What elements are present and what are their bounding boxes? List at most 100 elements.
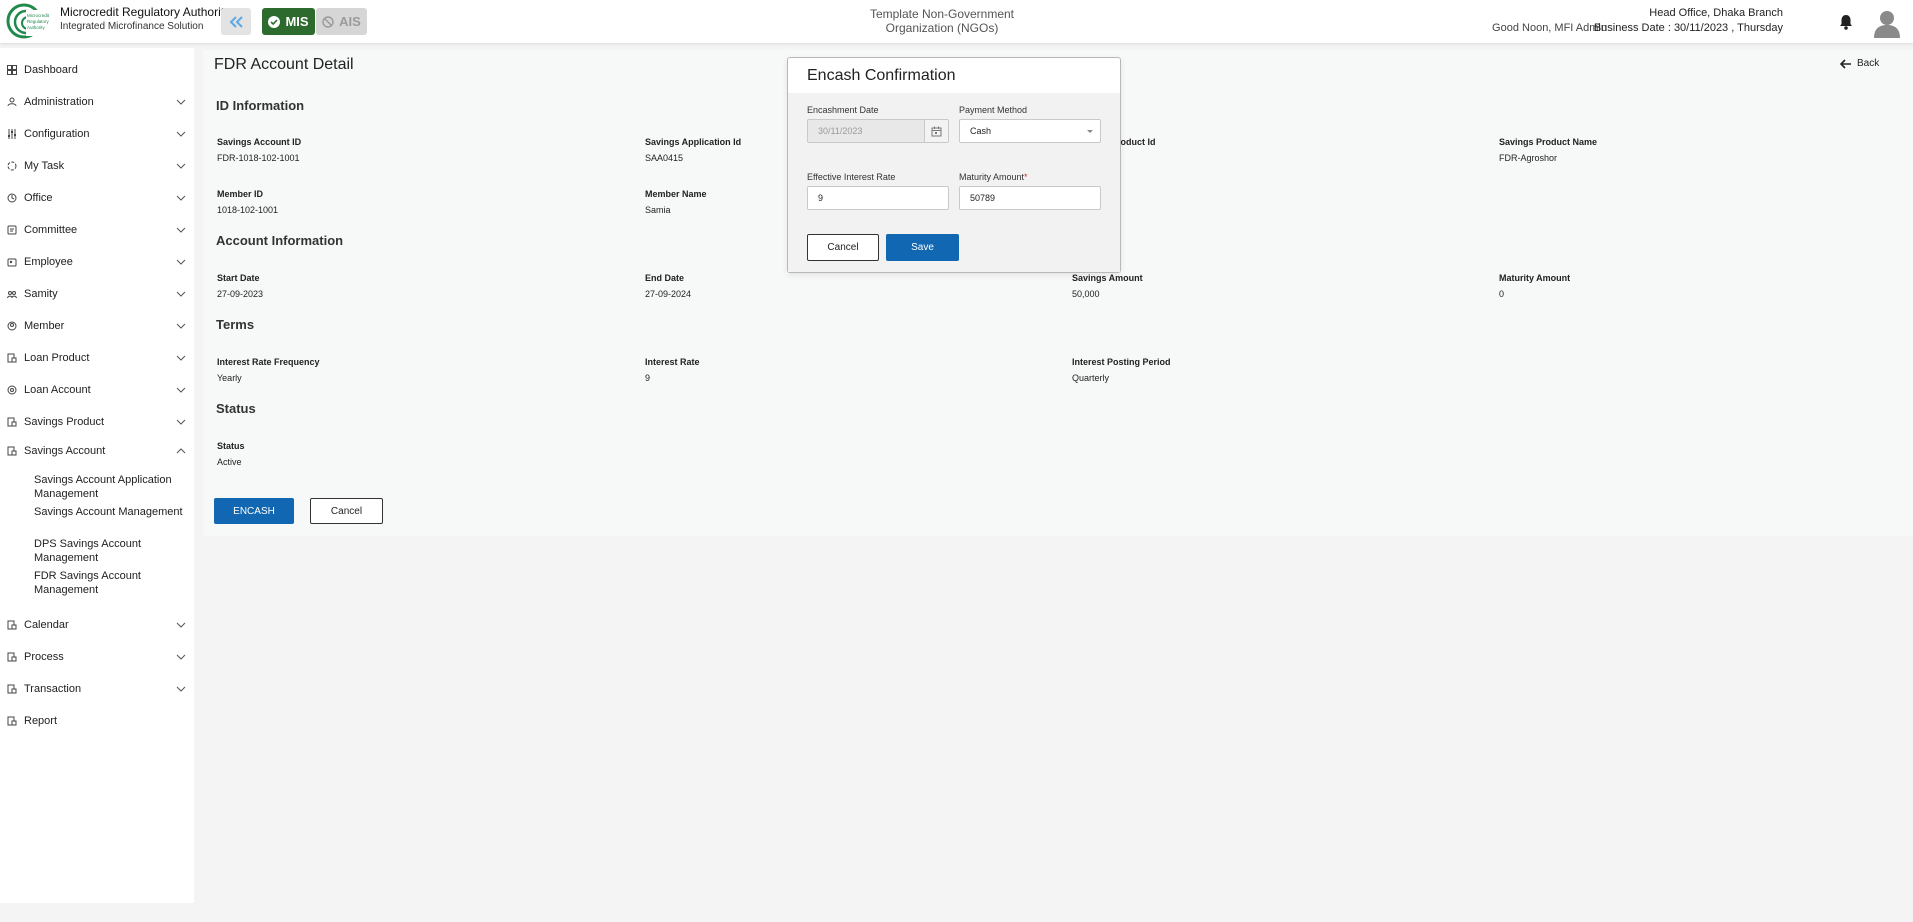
payment-method-select[interactable]: Cash <box>959 119 1101 143</box>
sidebar-item-member[interactable]: Member <box>0 315 194 337</box>
field-value: 9 <box>645 373 651 383</box>
field-interest-rate-frequency: Interest Rate Frequency Yearly <box>217 357 617 384</box>
field-interest-rate: Interest Rate 9 <box>645 357 1045 384</box>
chevron-down-icon <box>176 99 186 105</box>
svg-text:Microcredit: Microcredit <box>27 13 50 18</box>
sidebar-subitem-dps-savings-account-management[interactable]: DPS Savings Account Management <box>34 537 184 565</box>
loan-product-icon <box>7 353 17 363</box>
notification-bell-icon[interactable] <box>1839 14 1853 30</box>
back-link[interactable]: Back <box>1840 58 1879 69</box>
field-value: 1018-102-1001 <box>217 205 279 215</box>
maturity-amount-label: Maturity Amount* <box>959 172 1028 182</box>
calendar-picker-icon[interactable] <box>924 120 948 142</box>
sidebar-item-label: Administration <box>24 96 94 108</box>
field-value: 27-09-2023 <box>217 289 264 299</box>
chevron-down-icon <box>176 323 186 329</box>
encashment-date-value: 30/11/2023 <box>818 126 863 136</box>
mis-label: MIS <box>285 14 309 29</box>
sidebar-item-loan-account[interactable]: Loan Account <box>0 379 194 401</box>
sidebar-item-label: My Task <box>24 160 65 172</box>
sidebar-item-dashboard[interactable]: Dashboard <box>0 59 194 81</box>
sidebar-item-process[interactable]: Process <box>0 646 194 668</box>
dialog-cancel-button[interactable]: Cancel <box>807 234 879 261</box>
sidebar-item-my-task[interactable]: My Task <box>0 155 194 177</box>
field-start-date: Start Date 27-09-2023 <box>217 273 617 300</box>
field-savings-account-id: Savings Account ID FDR-1018-102-1001 <box>217 137 617 164</box>
dialog-save-button[interactable]: Save <box>886 234 959 261</box>
sidebar-item-transaction[interactable]: Transaction <box>0 678 194 700</box>
chevron-down-icon <box>176 654 186 660</box>
field-label: Interest Rate Frequency <box>217 357 320 367</box>
employee-icon <box>7 258 17 267</box>
sidebar-item-committee[interactable]: Committee <box>0 219 194 241</box>
dashboard-icon <box>7 65 17 75</box>
field-value: FDR-1018-102-1001 <box>217 153 300 163</box>
svg-text:Regulatory: Regulatory <box>27 19 50 24</box>
sidebar-item-configuration[interactable]: Configuration <box>0 123 194 145</box>
field-value: Quarterly <box>1072 373 1110 383</box>
ais-label: AIS <box>339 14 361 29</box>
sidebar-item-administration[interactable]: Administration <box>0 91 194 113</box>
maturity-amount-input[interactable]: 50789 <box>959 186 1101 210</box>
encash-button[interactable]: ENCASH <box>214 498 294 524</box>
field-savings-product-id: roduct Id <box>1117 137 1217 148</box>
sidebar-item-label: Calendar <box>24 619 69 631</box>
field-label: Member ID <box>217 189 264 199</box>
page-title: FDR Account Detail <box>214 56 354 73</box>
sidebar-item-label: Savings Product <box>24 416 105 428</box>
chevron-down-icon <box>176 686 186 692</box>
sidebar-item-label: Configuration <box>24 128 90 140</box>
branch-info: Head Office, Dhaka Branch Business Date … <box>1594 6 1783 36</box>
field-interest-posting-period: Interest Posting Period Quarterly <box>1072 357 1472 384</box>
field-value: FDR-Agroshor <box>1499 153 1558 163</box>
user-avatar[interactable] <box>1873 8 1901 38</box>
effective-interest-rate-input[interactable]: 9 <box>807 186 949 210</box>
field-maturity-amount: Maturity Amount 0 <box>1499 273 1899 300</box>
process-icon <box>7 652 17 662</box>
sidebar-item-employee[interactable]: Employee <box>0 251 194 273</box>
ais-toggle-button[interactable]: AIS <box>316 8 367 35</box>
ngo-title: Template Non-Government Organization (NG… <box>842 7 1042 35</box>
ngo-title-line1: Template Non-Government <box>869 7 1015 21</box>
sliders-icon <box>8 129 16 139</box>
org-name: Microcredit Regulatory Authority <box>60 5 231 19</box>
effective-interest-rate-label: Effective Interest Rate <box>807 172 896 182</box>
section-status: Status <box>216 401 256 416</box>
field-label: Interest Posting Period <box>1072 357 1171 367</box>
top-header: Microcredit Regulatory Authority Microcr… <box>0 0 1913 43</box>
cancel-button[interactable]: Cancel <box>310 498 383 524</box>
chevron-down-icon <box>176 387 186 393</box>
sidebar-subitem-savings-account-management[interactable]: Savings Account Management <box>34 505 184 519</box>
mis-toggle-button[interactable]: MIS <box>262 8 315 35</box>
member-icon <box>7 321 17 331</box>
sidebar-item-samity[interactable]: Samity <box>0 283 194 305</box>
field-label: Savings Account ID <box>217 137 302 147</box>
admin-icon <box>7 97 17 107</box>
field-savings-amount: Savings Amount 50,000 <box>1072 273 1472 300</box>
chevron-down-icon <box>176 163 186 169</box>
chevron-down-icon <box>176 291 186 297</box>
sidebar-item-report[interactable]: Report <box>0 710 194 732</box>
sidebar-item-label: Process <box>24 651 64 663</box>
collapse-sidebar-button[interactable] <box>221 8 251 35</box>
sidebar-subitem-savings-account-application-management[interactable]: Savings Account Application Management <box>34 473 184 501</box>
sidebar-item-savings-product[interactable]: Savings Product <box>0 411 194 433</box>
sidebar-item-label: Loan Account <box>24 384 91 396</box>
section-id-information: ID Information <box>216 98 305 113</box>
field-label: Status <box>217 441 245 451</box>
sidebar-item-calendar[interactable]: Calendar <box>0 614 194 636</box>
maturity-amount-value: 50789 <box>970 193 996 203</box>
field-value: 0 <box>1499 289 1505 299</box>
loan-account-icon <box>7 385 17 395</box>
sidebar-item-savings-account[interactable]: Savings Account <box>0 440 194 462</box>
sidebar-item-office[interactable]: Office <box>0 187 194 209</box>
section-terms: Terms <box>216 317 255 332</box>
encashment-date-label: Encashment Date <box>807 105 879 115</box>
sidebar-item-loan-product[interactable]: Loan Product <box>0 347 194 369</box>
sidebar: Dashboard Administration Configuration M… <box>0 48 194 903</box>
sidebar-subitem-fdr-savings-account-management[interactable]: FDR Savings Account Management <box>34 569 184 597</box>
chevron-down-icon <box>176 419 186 425</box>
maturity-amount-label-text: Maturity Amount <box>959 172 1025 182</box>
ngo-title-line2: Organization (NGOs) <box>885 21 999 35</box>
encashment-date-field[interactable]: 30/11/2023 <box>807 119 949 143</box>
